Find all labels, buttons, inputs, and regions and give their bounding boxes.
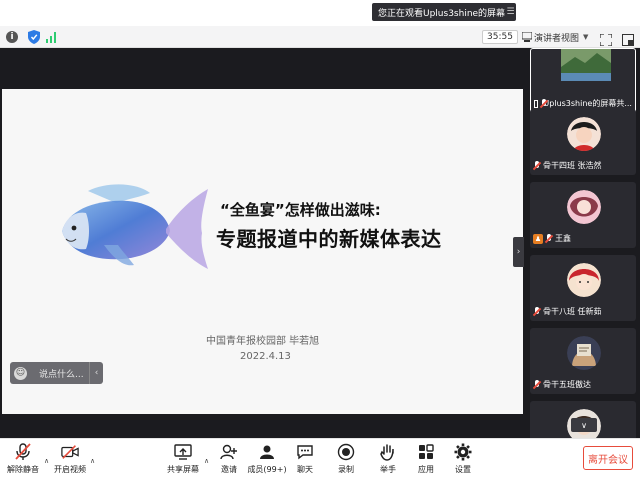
participant-tile-3[interactable]: 骨干八班 任新茹 [530,255,636,321]
slide-author: 中国青年报校园部 毕若旭 [206,336,320,347]
settings-label: 设置 [455,465,471,474]
slide-date: 2022.4.13 [240,351,291,362]
participant-tile-0[interactable]: Uplus3shine的屏幕共... [530,48,636,114]
chat-button[interactable]: 聊天 [285,443,325,475]
window-mode-icon[interactable] [622,31,634,46]
gear-icon [454,443,472,461]
start-video-label: 开启视频 [54,465,86,474]
record-label: 录制 [338,465,354,474]
view-mode-label: 演讲者视图 [534,33,580,44]
mic-icon [540,98,545,109]
apps-label: 应用 [418,465,434,474]
participant-tile-2[interactable]: ♟ 王鑫 [530,182,636,248]
share-screen-label: 共享屏幕 [167,465,199,474]
participant-name-1: 骨干四班 张浩然 [543,161,602,170]
share-screen-icon [174,443,192,461]
record-icon [337,443,355,461]
video-options-chevron-icon[interactable]: ∧ [90,457,95,465]
share-screen-button[interactable]: 共享屏幕 [163,443,203,475]
avatar [567,117,601,151]
avatar [567,263,601,297]
meeting-toolbar: 解除静音 ∧ 开启视频 ∧ 共享屏幕 ∧ 邀请 成员(99+) 聊天 录制 举手… [0,438,640,480]
unmute-button[interactable]: 解除静音 [3,443,43,475]
audio-options-chevron-icon[interactable]: ∧ [44,457,49,465]
raise-hand-button[interactable]: 举手 [368,443,408,475]
mic-muted-icon [533,306,541,317]
meeting-timer: 35:55 [482,30,518,44]
avatar [567,336,601,370]
invite-user-icon [220,443,238,461]
banner-menu-icon[interactable]: ☰ [505,7,516,17]
participant-tile-4[interactable]: 骨干五班傲达 [530,328,636,394]
avatar [567,190,601,224]
chat-bubble-icon [296,443,314,461]
members-button[interactable]: 成员(99+) [247,443,287,475]
network-signal-icon[interactable] [44,30,58,44]
apps-button[interactable]: 应用 [406,443,446,475]
slide-title-line1: “全鱼宴”怎样做出滋味: [220,201,381,219]
leave-meeting-button[interactable]: 离开会议 [583,446,633,470]
fullscreen-icon[interactable] [599,31,613,47]
info-icon[interactable]: i [6,31,18,43]
mic-muted-icon [545,233,553,244]
raise-hand-label: 举手 [380,465,396,474]
record-button[interactable]: 录制 [326,443,366,475]
slide-title-line2: 专题报道中的新媒体表达 [216,227,442,251]
participant-panel: Uplus3shine的屏幕共... 骨干四班 张浩然 ♟ 王鑫 骨干八班 任新… [525,48,640,438]
screen-share-thumbnail [561,49,611,81]
view-mode-select[interactable]: 演讲者视图 ▼ [522,30,592,44]
chat-label: 聊天 [297,465,313,474]
emoji-icon[interactable]: ☺ [14,366,27,380]
host-user-icon: ♟ [533,233,543,244]
participant-name-3: 骨干八班 任新茹 [543,307,602,316]
mic-muted-icon [14,443,32,461]
raise-hand-icon [379,443,397,461]
sharing-banner[interactable]: 您正在观看Uplus3shine的屏幕 ☰ [372,3,516,21]
grid-view-icon [522,32,532,42]
mic-muted-icon [533,379,541,390]
collapse-panel-handle[interactable]: › [513,237,524,267]
invite-label: 邀请 [221,465,237,474]
apps-grid-icon [417,443,435,461]
participant-name-4: 骨干五班傲达 [543,380,591,389]
chevron-left-icon[interactable]: ‹ [89,362,103,384]
unmute-label: 解除静音 [7,465,39,474]
window-top-strip: 您正在观看Uplus3shine的屏幕 ☰ [0,0,640,26]
members-label: 成员(99+) [247,465,287,474]
participant-tile-1[interactable]: 骨干四班 张浩然 [530,109,636,175]
settings-button[interactable]: 设置 [443,443,483,475]
quick-chat-placeholder: 说点什么... [39,369,84,380]
start-video-button[interactable]: 开启视频 [50,443,90,475]
participant-name-2: 王鑫 [555,234,571,243]
members-icon [258,443,276,461]
scroll-down-button[interactable]: ∨ [571,418,597,432]
camera-off-icon [61,443,79,461]
quick-chat-input[interactable]: ☺ 说点什么... ‹ [10,362,103,384]
screen-share-icon [534,99,538,108]
chevron-down-icon: ▼ [583,33,589,41]
invite-button[interactable]: 邀请 [209,443,249,475]
participant-name-0: Uplus3shine的屏幕共... [543,99,632,108]
sharing-banner-text: 您正在观看Uplus3shine的屏幕 [378,8,506,19]
mic-muted-icon [533,160,541,171]
shield-icon[interactable] [27,30,41,44]
meeting-info-bar: i 35:55 演讲者视图 ▼ [0,26,640,48]
watercolor-fish-illustration [62,184,208,269]
